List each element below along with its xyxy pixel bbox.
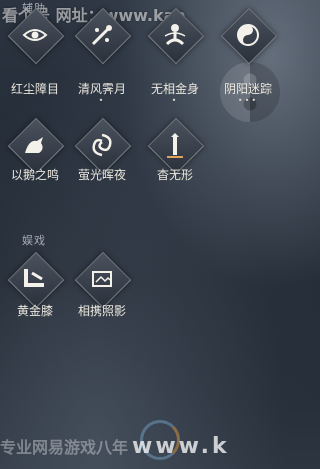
- skill-wuxiang-jinshen[interactable]: 无相金身 •: [140, 7, 210, 105]
- section-label-entertainment: 娱戏: [22, 234, 46, 247]
- skill-level-dots: •: [98, 96, 106, 105]
- vanish-figure-icon: [160, 130, 190, 160]
- skill-qingfeng-jiyue[interactable]: 清风霁月 •: [67, 7, 137, 105]
- watermark-bottom-text: 专业网易游戏八年: [0, 438, 129, 457]
- kneel-icon: [20, 264, 50, 294]
- skill-label: 杳无形: [156, 168, 193, 182]
- skill-yao-wu-xing[interactable]: 杳无形: [140, 117, 210, 188]
- sparkle-wind-icon: [87, 20, 117, 50]
- yin-yang-icon: [233, 20, 263, 50]
- skill-level-dots: •: [171, 96, 179, 105]
- goose-icon: [20, 130, 50, 160]
- skill-xiangxie-zhaoying[interactable]: 相携照影: [67, 251, 137, 322]
- watermark-bottom: 专业网易游戏八年 www.k: [0, 434, 230, 459]
- skill-yinyang-mizong[interactable]: 阴阳迷踪 •••: [213, 7, 283, 105]
- skill-label: 阴阳迷踪: [223, 82, 272, 96]
- skill-yingguang-huiye[interactable]: 萤光晖夜: [67, 117, 137, 188]
- eye-mask-icon: [20, 20, 50, 50]
- meditating-figure-icon: [160, 20, 190, 50]
- skill-label: 相携照影: [77, 304, 126, 318]
- watermark-bottom-url: www.k: [132, 434, 230, 459]
- photo-frame-icon: [87, 264, 117, 294]
- swirl-icon: [87, 130, 117, 160]
- skill-level-dots: •••: [237, 96, 259, 105]
